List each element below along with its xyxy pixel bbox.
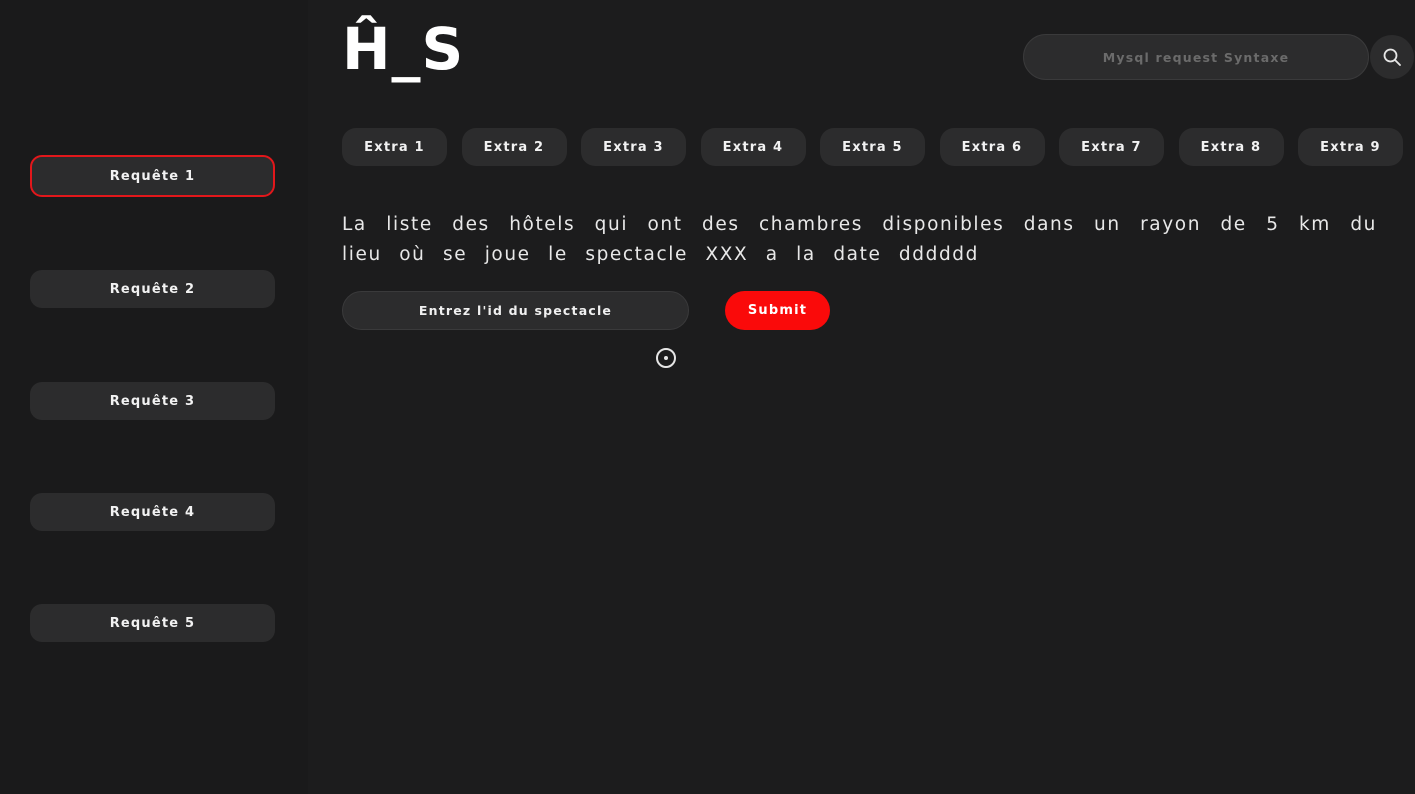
spectacle-id-input[interactable] bbox=[342, 291, 689, 330]
extra-button-2[interactable]: Extra 2 bbox=[461, 128, 567, 166]
extra-button-5[interactable]: Extra 5 bbox=[820, 128, 925, 166]
sidebar-item-label: Requête 2 bbox=[109, 281, 196, 297]
search-icon bbox=[1383, 48, 1401, 66]
extra-button-6[interactable]: Extra 6 bbox=[939, 128, 1045, 166]
extra-button-7[interactable]: Extra 7 bbox=[1059, 128, 1164, 166]
sidebar-item-label: Requête 5 bbox=[109, 615, 196, 631]
search-button[interactable] bbox=[1370, 35, 1414, 79]
sidebar-item-requete-4[interactable]: Requête 4 bbox=[30, 493, 275, 531]
query-description: La liste des hôtels qui ont des chambres… bbox=[342, 214, 1377, 265]
sidebar-item-requete-3[interactable]: Requête 3 bbox=[30, 382, 275, 420]
loading-spinner-icon bbox=[656, 348, 676, 368]
sidebar-item-label: Requête 3 bbox=[109, 393, 196, 409]
extra-button-1[interactable]: Extra 1 bbox=[342, 128, 447, 166]
sidebar-item-requete-2[interactable]: Requête 2 bbox=[30, 270, 275, 308]
sidebar-item-label: Requête 4 bbox=[109, 504, 196, 520]
extra-button-4[interactable]: Extra 4 bbox=[700, 128, 806, 166]
sql-search-input[interactable] bbox=[1023, 34, 1369, 80]
extra-button-8[interactable]: Extra 8 bbox=[1178, 128, 1284, 166]
sidebar-item-requete-1[interactable]: Requête 1 bbox=[30, 155, 275, 197]
app-logo: Ĥ_S bbox=[342, 15, 465, 83]
sidebar-item-requete-5[interactable]: Requête 5 bbox=[30, 604, 275, 642]
extra-button-3[interactable]: Extra 3 bbox=[581, 128, 686, 166]
app-page: Requête 1 Requête 2 Requête 3 Requête 4 … bbox=[0, 0, 1415, 794]
sidebar-item-label: Requête 1 bbox=[109, 168, 196, 184]
sidebar: Requête 1 Requête 2 Requête 3 Requête 4 … bbox=[0, 0, 308, 794]
submit-button[interactable]: Submit bbox=[725, 291, 830, 330]
extra-button-9[interactable]: Extra 9 bbox=[1298, 128, 1403, 166]
